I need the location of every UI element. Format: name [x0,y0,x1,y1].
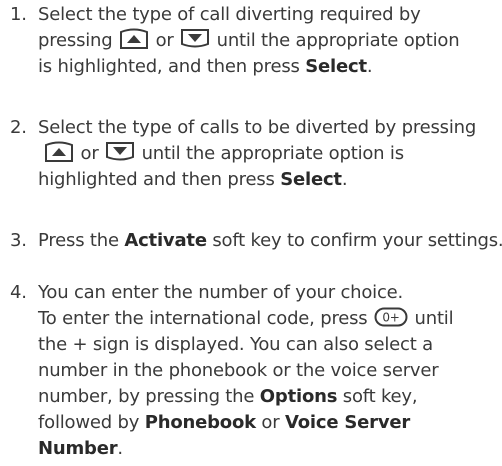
text-segment: pressing [38,30,119,51]
up-arrow-key-icon [119,28,149,50]
zero-plus-key-icon: 0+ [374,307,408,327]
step-line: Select the type of calls to be diverted … [38,117,477,138]
text-segment: Press the [38,230,125,251]
step-1: 1. Select the type of call diverting req… [0,2,498,80]
voice-server-label: Voice Server [284,412,411,433]
down-arrow-key-icon [105,141,135,163]
step-text: You can enter the number of your choice.… [38,280,498,462]
step-number: 2. [10,117,27,138]
text-segment: soft key, [337,386,418,407]
step-2: 2. Select the type of calls to be divert… [0,115,498,193]
step-number: 4. [10,282,27,303]
step-line: Number. [38,436,498,462]
up-arrow-key-icon [44,141,74,163]
text-segment: . [117,438,123,459]
select-label: Select [305,56,367,77]
text-segment: . [366,56,373,77]
step-line: or until the appropriate option is [38,141,498,167]
step-line: Press the Activate soft key to confirm y… [38,228,502,254]
text-segment: until the appropriate option [211,30,460,51]
zero-plus-key-label: 0+ [382,311,399,325]
step-line: You can enter the number of your choice. [38,282,404,303]
activate-label: Activate [124,230,207,251]
text-segment: soft key to confirm your settings. [206,230,502,251]
options-label: Options [259,386,338,407]
step-line: followed by Phonebook or Voice Server [38,410,498,436]
text-segment: or [155,30,174,51]
text-segment: number, by pressing the [38,386,260,407]
step-4: 4. You can enter the number of your choi… [0,280,498,462]
text-segment: until the appropriate option is [136,143,404,164]
step-line: To enter the international code, press 0… [38,306,498,332]
step-line: Select the type of call diverting requir… [38,4,421,25]
step-number: 3. [10,230,27,251]
text-segment: or [255,412,285,433]
text-segment: or [80,143,99,164]
step-text: Press the Activate soft key to confirm y… [38,228,502,254]
step-text: Select the type of calls to be diverted … [38,115,498,193]
text-segment: To enter the international code, press [38,308,373,329]
down-arrow-key-icon [180,28,210,50]
text-segment: followed by [38,412,145,433]
step-line: is highlighted, and then press Select. [38,54,498,80]
step-3: 3. Press the Activate soft key to confir… [0,228,502,254]
step-line: number, by pressing the Options soft key… [38,384,498,410]
text-segment: highlighted and then press [38,169,281,190]
step-number: 1. [10,4,27,25]
step-line: number in the phonebook or the voice ser… [38,360,439,381]
number-label: Number [38,438,118,459]
step-line: highlighted and then press Select. [38,167,498,193]
text-segment: is highlighted, and then press [38,56,306,77]
step-line: the + sign is displayed. You can also se… [38,334,433,355]
text-segment: . [341,169,348,190]
step-line: pressing or until the appropriate option [38,28,498,54]
phonebook-label: Phonebook [144,412,256,433]
step-text: Select the type of call diverting requir… [38,2,498,80]
select-label: Select [280,169,342,190]
text-segment: until [409,308,454,329]
